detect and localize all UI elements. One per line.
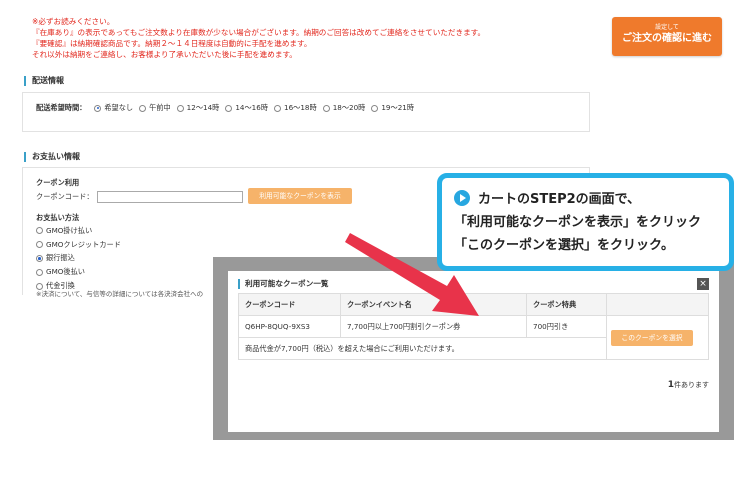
option-label: 16～18時 — [284, 103, 317, 112]
close-icon[interactable]: × — [697, 278, 709, 290]
radio-icon[interactable] — [225, 104, 233, 112]
delivery-option-16-18[interactable]: 16～18時 — [274, 103, 317, 113]
delivery-option-none[interactable]: 希望なし — [94, 103, 133, 113]
note-line: 『要確認』は納期確認商品です。納期２～１４日程度は自動的に手配を進めます。 — [32, 39, 312, 48]
delivery-time-row: 配送希望時間： 希望なし 午前中 12～14時 14～16時 16～18時 18… — [36, 103, 420, 113]
modal-title: 利用可能なクーポン一覧 — [238, 279, 329, 289]
confirm-button-label: ご注文の確認に進む — [622, 33, 712, 44]
option-label: 希望なし — [104, 103, 134, 112]
radio-icon[interactable] — [36, 227, 43, 235]
header-coupon-benefit: クーポン特典 — [526, 293, 607, 316]
coupon-code-cell: Q6HP-8QUQ-9XS3 — [238, 315, 341, 338]
option-label: 銀行振込 — [46, 253, 75, 263]
payment-method-label: お支払い方法 — [36, 213, 80, 222]
option-label: GMO掛け払い — [46, 225, 93, 235]
callout-text: カートのSTEP2の画面で、 — [478, 192, 641, 207]
delivery-option-14-16[interactable]: 14～16時 — [225, 103, 268, 113]
note-line: それ以外は納期をご連絡し、お客様より了承いただいた後に手配を進めます。 — [32, 50, 297, 59]
payment-option-gmo-invoice[interactable]: GMO掛け払い — [36, 224, 121, 238]
delivery-time-label: 配送希望時間： — [36, 103, 87, 112]
payment-note: ※決済について、与信等の詳細については各決済会社への — [36, 290, 204, 298]
option-label: GMOクレジットカード — [46, 239, 121, 249]
callout-line-2: 「利用可能なクーポンを表示」をクリック — [454, 215, 702, 230]
payment-option-bank-transfer[interactable]: 銀行振込 — [36, 252, 121, 266]
option-label: 18～20時 — [332, 103, 366, 112]
delivery-section-title: 配送情報 — [24, 76, 64, 86]
coupon-condition-cell: 商品代金が7,700円（税込）を超えた場合にご利用いただけます。 — [238, 337, 607, 360]
radio-icon[interactable] — [36, 241, 43, 249]
payment-option-gmo-credit[interactable]: GMOクレジットカード — [36, 238, 121, 252]
radio-icon[interactable] — [139, 104, 147, 112]
coupon-count-suffix: 件あります — [674, 381, 709, 389]
payment-option-gmo-postpay[interactable]: GMO後払い — [36, 265, 121, 279]
select-coupon-button[interactable]: このクーポンを選択 — [611, 329, 693, 346]
confirm-button-caption: 設定して — [655, 24, 679, 31]
header-coupon-code: クーポンコード — [238, 293, 341, 316]
coupon-benefit-cell: 700円引き — [526, 315, 607, 338]
radio-icon[interactable] — [36, 254, 43, 262]
coupon-code-row: クーポンコード： — [36, 191, 243, 203]
show-available-coupons-button[interactable]: 利用可能なクーポンを表示 — [248, 188, 352, 204]
order-notes: ※必ずお読みください。 『在庫あり』の表示であってもご注文数より在庫数が少ない場… — [32, 16, 572, 60]
coupon-count: 1件あります — [668, 380, 709, 390]
play-icon — [454, 190, 470, 206]
header-action — [606, 293, 709, 316]
coupon-usage-label: クーポン利用 — [36, 178, 80, 187]
option-label: 19～21時 — [381, 103, 415, 112]
coupon-code-input[interactable] — [96, 191, 243, 203]
radio-icon[interactable] — [94, 104, 102, 112]
callout-line-3: 「このクーポンを選択」をクリック。 — [454, 238, 674, 253]
note-line: 『在庫あり』の表示であってもご注文数より在庫数が少ない場合がございます。納期のご… — [32, 28, 486, 37]
delivery-option-12-14[interactable]: 12～14時 — [176, 103, 220, 113]
radio-icon[interactable] — [274, 104, 282, 112]
radio-icon[interactable] — [36, 268, 43, 276]
payment-method-list: GMO掛け払い GMOクレジットカード 銀行振込 GMO後払い 代金引換 — [36, 224, 121, 293]
coupon-code-label: クーポンコード： — [36, 192, 94, 201]
delivery-option-18-20[interactable]: 18～20時 — [322, 103, 366, 113]
radio-icon[interactable] — [371, 104, 379, 112]
option-label: 午前中 — [149, 103, 171, 112]
option-label: GMO後払い — [46, 267, 85, 277]
instruction-callout: カートのSTEP2の画面で、 「利用可能なクーポンを表示」をクリック 「このクー… — [437, 173, 734, 271]
option-label: 14～16時 — [235, 103, 269, 112]
payment-section-title: お支払い情報 — [24, 152, 80, 162]
delivery-option-19-21[interactable]: 19～21時 — [371, 103, 414, 113]
coupon-action-cell: このクーポンを選択 — [606, 315, 709, 360]
radio-icon[interactable] — [176, 104, 184, 112]
radio-icon[interactable] — [322, 104, 330, 112]
note-line: ※必ずお読みください。 — [32, 17, 115, 26]
proceed-to-confirm-button[interactable]: 設定して ご注文の確認に進む — [612, 17, 722, 56]
delivery-option-morning[interactable]: 午前中 — [139, 103, 171, 113]
option-label: 12～14時 — [186, 103, 220, 112]
callout-line-1: カートのSTEP2の画面で、 — [454, 188, 717, 211]
